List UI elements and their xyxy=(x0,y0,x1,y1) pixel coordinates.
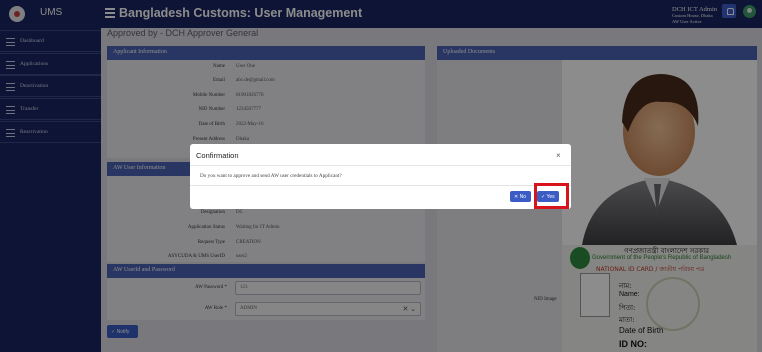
close-icon[interactable]: × xyxy=(556,151,561,160)
modal-divider xyxy=(190,165,571,166)
modal-title: Confirmation xyxy=(196,151,239,160)
modal-message: Do you want to approve and send AW user … xyxy=(200,173,342,179)
confirmation-modal: Confirmation × Do you want to approve an… xyxy=(190,144,571,209)
yes-button-highlight xyxy=(534,183,569,209)
modal-divider xyxy=(190,185,571,186)
no-button[interactable]: ✕ No xyxy=(510,191,531,202)
